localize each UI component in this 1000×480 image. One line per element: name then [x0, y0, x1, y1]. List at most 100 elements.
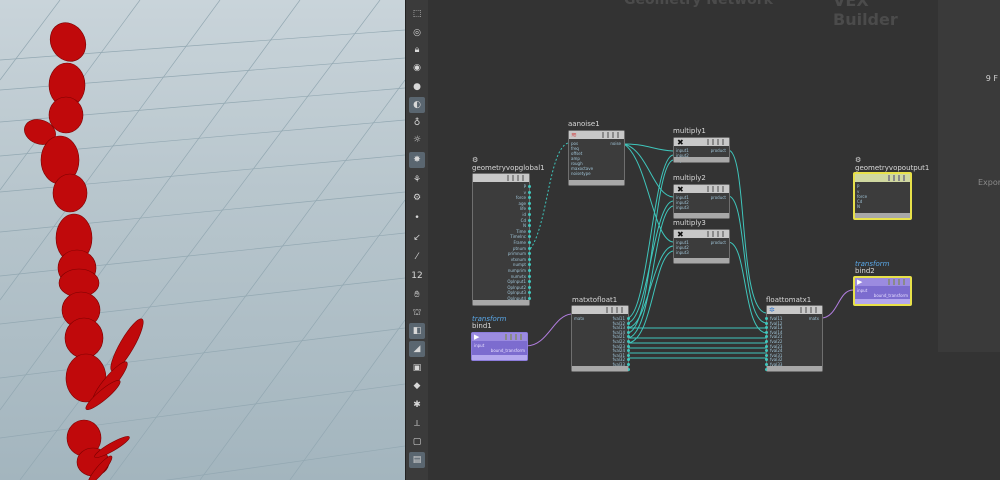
bug-icon[interactable]: ✱: [409, 397, 425, 413]
port-connector[interactable]: [528, 246, 531, 250]
port-connector[interactable]: [627, 330, 630, 334]
panel-text-top: 9 F: [985, 74, 998, 83]
port-connector[interactable]: [765, 330, 768, 334]
port-outputs-13: vtxnum: [510, 256, 526, 262]
port-noisetype: noisetype: [571, 171, 591, 176]
port-connector[interactable]: [765, 349, 768, 353]
port-matx-out: matx: [808, 316, 819, 321]
group-icon[interactable]: ⚘: [409, 172, 425, 188]
render2-icon[interactable]: ▤: [409, 452, 425, 468]
hand-icon[interactable]: ✋︎: [409, 287, 425, 303]
brush-icon[interactable]: ⁄: [409, 249, 425, 265]
port-connector[interactable]: [765, 353, 768, 357]
node-aanoise[interactable]: ≋ pos freq offset amp rough maxoctave no…: [568, 130, 625, 186]
port-input: input: [474, 343, 485, 348]
panel-empty-area: [938, 352, 1000, 480]
light-icon[interactable]: ●: [409, 79, 425, 95]
node-bind1[interactable]: ▶ input bound_transform: [471, 332, 528, 361]
port-connector[interactable]: [627, 353, 630, 357]
box-icon[interactable]: ◧: [409, 323, 425, 339]
port-connector[interactable]: [765, 321, 768, 325]
lock-icon[interactable]: 🔒︎: [409, 42, 425, 58]
red-discs: [24, 22, 144, 480]
node-multiply1[interactable]: ✖ input1 input2 input3 product: [673, 137, 730, 163]
port-connector[interactable]: [528, 190, 531, 194]
node-label-multiply3: multiply3: [673, 219, 706, 227]
node-label-bind1: bind1: [472, 322, 492, 330]
port-connector[interactable]: [528, 229, 531, 233]
diamond-icon[interactable]: ◆: [409, 378, 425, 394]
box3-icon[interactable]: ▣: [409, 360, 425, 376]
snap-icon[interactable]: ⚙: [409, 190, 425, 206]
node-multiply2[interactable]: ✖ input1 input2 input3 product: [673, 184, 730, 219]
node-matxtofloat[interactable]: matx fval11 fval12 fval13 fval14 fval21 fval2…: [571, 305, 630, 372]
tag-icon[interactable]: ⛫: [409, 305, 425, 321]
port-connector[interactable]: [528, 241, 531, 244]
axis-icon[interactable]: ⟂: [409, 416, 425, 432]
port-bound-transform: bound_transform: [490, 348, 525, 353]
viewport-toolbar: ⬚ ◎ 🔒︎ ◉ ● ◐ ♁ ☼ ✸ ⚘ ⚙ • ↙ ⁄ 12 ✋︎ ⛫ ◧ ◢…: [405, 0, 429, 480]
camera-icon[interactable]: ◉: [409, 60, 425, 76]
vex-network-editor[interactable]: Geometry Network VEX Builder aanoise1 ≋: [428, 0, 938, 480]
panel-text-export: Expor: [978, 178, 1000, 187]
3d-viewport[interactable]: [0, 0, 405, 480]
port-connector[interactable]: [528, 218, 531, 222]
pointlight-icon[interactable]: ☼: [409, 132, 425, 148]
output-icon: ⚙: [855, 156, 862, 164]
port-connector[interactable]: [627, 321, 630, 325]
box2-icon[interactable]: ◢: [409, 341, 425, 357]
node-label-global: geometryvopglobal1: [472, 164, 545, 172]
port-connector[interactable]: [528, 285, 531, 289]
render-icon[interactable]: ✸: [409, 152, 425, 168]
port-input3: input3: [676, 250, 689, 255]
port-connector[interactable]: [765, 317, 768, 320]
port-outputs-14: numpt: [512, 262, 526, 268]
port-noise: noise: [610, 141, 621, 146]
node-label-bind2: bind2: [855, 267, 875, 275]
port-connector[interactable]: [765, 335, 768, 339]
port-connector[interactable]: [528, 213, 531, 216]
pin-icon[interactable]: ♁: [409, 115, 425, 131]
port-connector[interactable]: [528, 201, 531, 205]
port-connector[interactable]: [765, 344, 768, 348]
parameter-panel: 9 F Expor: [938, 0, 1000, 352]
port-connector[interactable]: [528, 257, 531, 261]
select-icon[interactable]: ⬚: [409, 6, 425, 22]
port-connector[interactable]: [627, 344, 630, 348]
port-outputs-8: Time: [516, 228, 526, 234]
multiply-icon: ✖: [677, 230, 684, 239]
port-connector[interactable]: [528, 185, 531, 188]
node-geometryvopoutput[interactable]: P v force Cd N: [853, 172, 912, 220]
knife-icon[interactable]: ↙: [409, 230, 425, 246]
number-icon[interactable]: 12: [409, 268, 425, 284]
port-connector[interactable]: [528, 269, 531, 272]
port-outputs-2: force: [515, 195, 526, 201]
port-outputs-7: N: [523, 223, 526, 229]
node-label-aanoise: aanoise1: [568, 120, 600, 128]
node-label-multiply1: multiply1: [673, 127, 706, 135]
port-outputs-10: Frame: [513, 240, 526, 245]
port-outputs-5: id: [522, 212, 526, 217]
node-multiply3[interactable]: ✖ input1 input2 input3 product: [673, 229, 730, 264]
port-connector[interactable]: [765, 340, 768, 343]
node-label-output: geometryvopoutput1: [855, 164, 930, 172]
node-floattomatx[interactable]: ✲ matx fval11 fval12 fval13 fval14 fval21 fva…: [765, 305, 823, 372]
port-connector[interactable]: [627, 317, 630, 320]
node-bind2[interactable]: ▶ input bound_transform: [853, 276, 912, 306]
noise-icon: ≋: [571, 131, 577, 139]
node-geometryvopglobal[interactable]: Pv force age life id Cd N Time TimeInc Frame ptnum…: [472, 173, 531, 306]
view-icon[interactable]: ◎: [409, 25, 425, 41]
port-outputs-3: age: [518, 200, 526, 206]
bulb-icon[interactable]: ◐: [409, 97, 425, 113]
port-outputs-12: primnum: [507, 251, 526, 257]
bind-icon: ▶: [857, 278, 863, 286]
dot-icon[interactable]: •: [409, 210, 425, 226]
port-outputs-6: Cd: [520, 217, 526, 223]
port-outputs-1: v: [523, 189, 526, 195]
port-connector[interactable]: [765, 358, 768, 362]
display-icon[interactable]: ▢: [409, 434, 425, 450]
port-product: product: [710, 148, 726, 153]
port-connector[interactable]: [765, 326, 768, 330]
port-connector[interactable]: [528, 274, 531, 278]
port-connector[interactable]: [627, 340, 630, 343]
